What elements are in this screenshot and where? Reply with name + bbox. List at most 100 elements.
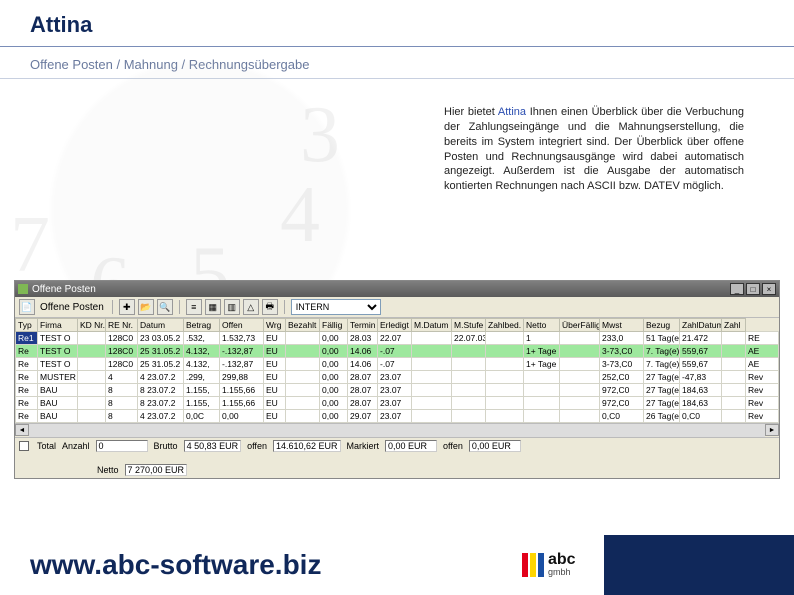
table-cell[interactable]: 0,00 bbox=[320, 345, 348, 358]
table-cell[interactable]: 23.07 bbox=[378, 371, 412, 384]
table-cell[interactable]: 14.06 bbox=[348, 358, 378, 371]
table-cell[interactable] bbox=[286, 358, 320, 371]
table-cell[interactable] bbox=[452, 371, 486, 384]
table-row[interactable]: Re1TEST O128C023 03.05.2.532,1.532,73EU0… bbox=[16, 332, 779, 345]
table-cell[interactable]: Rev bbox=[746, 371, 779, 384]
column-header[interactable]: M.Datum bbox=[412, 319, 452, 332]
table-cell[interactable] bbox=[524, 384, 560, 397]
table-cell[interactable]: 4 23.07.2 bbox=[138, 371, 184, 384]
table-cell[interactable]: 22.07 bbox=[378, 332, 412, 345]
table-cell[interactable] bbox=[412, 345, 452, 358]
table-cell[interactable]: Re bbox=[16, 371, 38, 384]
table-cell[interactable]: -.07 bbox=[378, 358, 412, 371]
table-row[interactable]: ReBAU84 23.07.20,0C0,00EU0,0029.0723.070… bbox=[16, 410, 779, 423]
table-cell[interactable]: 0,C0 bbox=[680, 410, 722, 423]
table-cell[interactable] bbox=[78, 397, 106, 410]
table-cell[interactable] bbox=[412, 332, 452, 345]
table-cell[interactable] bbox=[486, 358, 524, 371]
table-cell[interactable]: 1 bbox=[524, 332, 560, 345]
table-cell[interactable]: -47,83 bbox=[680, 371, 722, 384]
column-header[interactable]: Termin bbox=[348, 319, 378, 332]
doc-icon[interactable]: 📄 bbox=[19, 299, 35, 315]
column-header[interactable]: Bezug bbox=[644, 319, 680, 332]
table-cell[interactable]: 28.07 bbox=[348, 371, 378, 384]
table-cell[interactable]: 7. Tag(e)1 bbox=[644, 345, 680, 358]
new-icon[interactable]: ✚ bbox=[119, 299, 135, 315]
table-cell[interactable]: 0,0C bbox=[184, 410, 220, 423]
table-cell[interactable] bbox=[524, 397, 560, 410]
scroll-left-icon[interactable]: ◄ bbox=[15, 424, 29, 436]
table-cell[interactable] bbox=[722, 358, 746, 371]
table-cell[interactable]: 1+ Tage bbox=[524, 358, 560, 371]
table-cell[interactable]: -.132,87 bbox=[220, 358, 264, 371]
table-cell[interactable] bbox=[412, 358, 452, 371]
table-cell[interactable] bbox=[78, 332, 106, 345]
table-cell[interactable]: BAU bbox=[38, 397, 78, 410]
table-cell[interactable] bbox=[722, 410, 746, 423]
column-header[interactable]: M.Stufe bbox=[452, 319, 486, 332]
table-cell[interactable]: Re bbox=[16, 345, 38, 358]
table-cell[interactable]: AE bbox=[746, 345, 779, 358]
table-cell[interactable]: BAU bbox=[38, 410, 78, 423]
table-cell[interactable]: 22.07.03 bbox=[452, 332, 486, 345]
table-cell[interactable] bbox=[412, 397, 452, 410]
table-cell[interactable]: -.07 bbox=[378, 345, 412, 358]
search-icon[interactable]: 🔍 bbox=[157, 299, 173, 315]
table-cell[interactable]: 27 Tag(e)1 bbox=[644, 397, 680, 410]
table-cell[interactable]: 252,C0 bbox=[600, 371, 644, 384]
table-cell[interactable]: 4 bbox=[106, 371, 138, 384]
column-header[interactable]: Datum bbox=[138, 319, 184, 332]
table-cell[interactable]: 4 23.07.2 bbox=[138, 410, 184, 423]
table-cell[interactable]: 128C0 bbox=[106, 358, 138, 371]
table-cell[interactable]: 0,00 bbox=[320, 384, 348, 397]
table-cell[interactable] bbox=[560, 410, 600, 423]
table-cell[interactable] bbox=[524, 371, 560, 384]
table-cell[interactable]: 29.07 bbox=[348, 410, 378, 423]
column-header[interactable]: Zahlbed. bbox=[486, 319, 524, 332]
table-cell[interactable] bbox=[78, 371, 106, 384]
table-cell[interactable]: RE bbox=[746, 332, 779, 345]
table-cell[interactable]: 8 bbox=[106, 410, 138, 423]
table-cell[interactable]: 0,00 bbox=[320, 332, 348, 345]
table-cell[interactable]: 23.07 bbox=[378, 397, 412, 410]
table-cell[interactable]: 0,00 bbox=[320, 371, 348, 384]
table-cell[interactable]: 27 Tag(e)1 bbox=[644, 384, 680, 397]
table-cell[interactable]: TEST O bbox=[38, 358, 78, 371]
table-cell[interactable]: 8 23.07.2 bbox=[138, 397, 184, 410]
table-cell[interactable]: 14.06 bbox=[348, 345, 378, 358]
open-icon[interactable]: 📂 bbox=[138, 299, 154, 315]
table-cell[interactable] bbox=[560, 371, 600, 384]
column-header[interactable]: Betrag bbox=[184, 319, 220, 332]
table-cell[interactable] bbox=[452, 384, 486, 397]
table-cell[interactable]: Re bbox=[16, 397, 38, 410]
table-cell[interactable]: 28.03 bbox=[348, 332, 378, 345]
table-cell[interactable] bbox=[560, 358, 600, 371]
table-cell[interactable] bbox=[524, 410, 560, 423]
grid-icon[interactable]: ▦ bbox=[205, 299, 221, 315]
table-cell[interactable]: 1.155,66 bbox=[220, 397, 264, 410]
table-cell[interactable] bbox=[722, 371, 746, 384]
table-cell[interactable]: 1.155,66 bbox=[220, 384, 264, 397]
table-cell[interactable]: 7. Tag(e)1 bbox=[644, 358, 680, 371]
table-cell[interactable]: 0,00 bbox=[320, 358, 348, 371]
table-cell[interactable]: 1+ Tage bbox=[524, 345, 560, 358]
table-cell[interactable] bbox=[486, 410, 524, 423]
table-cell[interactable]: 23 03.05.2 bbox=[138, 332, 184, 345]
column-header[interactable]: Fällig bbox=[320, 319, 348, 332]
table-cell[interactable]: 26 Tag(e)1 bbox=[644, 410, 680, 423]
table-cell[interactable]: TEST O bbox=[38, 345, 78, 358]
table-cell[interactable]: 972,C0 bbox=[600, 384, 644, 397]
column-header[interactable]: Mwst bbox=[600, 319, 644, 332]
table-cell[interactable] bbox=[486, 332, 524, 345]
table-cell[interactable] bbox=[286, 384, 320, 397]
table-cell[interactable]: 559,67 bbox=[680, 358, 722, 371]
table-row[interactable]: ReBAU88 23.07.21.155,1.155,66EU0,0028.07… bbox=[16, 384, 779, 397]
horizontal-scrollbar[interactable]: ◄ ► bbox=[15, 423, 779, 437]
table-cell[interactable] bbox=[722, 345, 746, 358]
table-cell[interactable] bbox=[486, 371, 524, 384]
table-cell[interactable]: Re bbox=[16, 410, 38, 423]
table-cell[interactable]: 3-73,C0 bbox=[600, 345, 644, 358]
table-cell[interactable]: 21.472 bbox=[680, 332, 722, 345]
table-cell[interactable]: EU bbox=[264, 410, 286, 423]
table-cell[interactable]: 1.155, bbox=[184, 384, 220, 397]
